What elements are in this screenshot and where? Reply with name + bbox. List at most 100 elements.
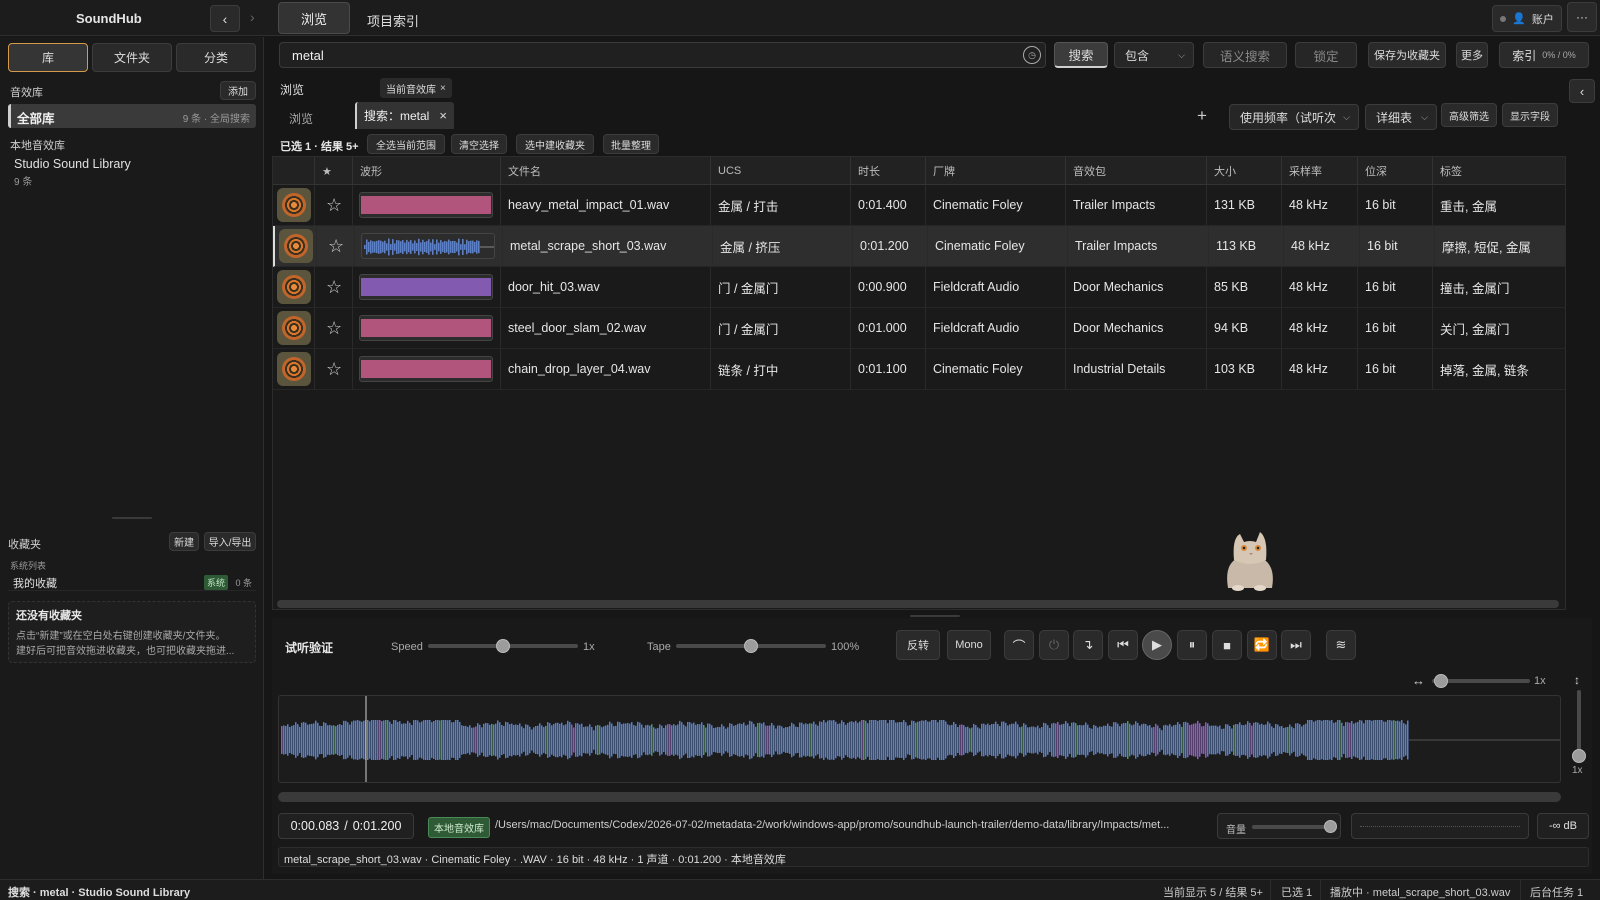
sound-thumbnail[interactable]	[277, 188, 311, 222]
header-tags[interactable]: 标签	[1433, 157, 1565, 185]
main-waveform[interactable]	[278, 695, 1561, 783]
cell-file: metal_scrape_short_03.wav	[503, 226, 713, 266]
waveform-mode-button[interactable]: ≋	[1326, 630, 1356, 660]
star-icon[interactable]: ☆	[326, 318, 342, 339]
advanced-filter-button[interactable]: 高级筛选	[1441, 103, 1497, 127]
more-menu-button[interactable]: ···	[1567, 2, 1597, 32]
add-library-button[interactable]: 添加	[220, 81, 256, 100]
reverse-button[interactable]: 反转	[896, 630, 940, 660]
header-size[interactable]: 大小	[1207, 157, 1282, 185]
star-icon[interactable]: ☆	[326, 277, 342, 298]
v-zoom-slider-knob[interactable]	[1572, 749, 1586, 763]
search-button[interactable]: 搜索	[1054, 42, 1108, 68]
panel-resize-handle[interactable]	[910, 615, 960, 617]
header-filename[interactable]: 文件名	[501, 157, 711, 185]
tab-browse[interactable]: 浏览	[278, 2, 350, 34]
show-fields-button[interactable]: 显示字段	[1502, 103, 1558, 127]
table-row[interactable]: ☆ steel_door_slam_02.wav 门 / 金属门 0:01.000 Fi…	[273, 308, 1565, 349]
forward-button[interactable]: ›	[250, 9, 270, 29]
header-depth[interactable]: 位深	[1358, 157, 1433, 185]
cat-mascot-icon	[1224, 532, 1276, 596]
table-row[interactable]: ☆ heavy_metal_impact_01.wav 金属 / 打击 0:01.40…	[273, 185, 1565, 226]
volume-track[interactable]	[1252, 825, 1332, 829]
insert-button[interactable]: ↴	[1073, 630, 1103, 660]
header-vendor[interactable]: 厂牌	[926, 157, 1066, 185]
sound-thumbnail[interactable]	[277, 270, 311, 304]
cell-ucs: 门 / 金属门	[711, 267, 851, 307]
tab-project-index[interactable]: 项目索引	[367, 11, 419, 30]
waveform-cell[interactable]	[353, 308, 501, 348]
clear-selection-button[interactable]: 清空选择	[451, 134, 507, 154]
local-library-item[interactable]: Studio Sound Library 9 条	[14, 157, 254, 188]
search-input[interactable]: metal ◷	[279, 42, 1046, 68]
sound-thumbnail[interactable]	[277, 352, 311, 386]
all-library-item[interactable]: 全部库 9 条 · 全局搜索	[8, 104, 256, 128]
scope-chip[interactable]: 当前音效库 ×	[380, 78, 452, 98]
star-icon[interactable]: ☆	[326, 359, 342, 380]
waveform-cell[interactable]	[355, 226, 503, 266]
close-icon[interactable]: ×	[440, 83, 446, 94]
mono-button[interactable]: Mono	[947, 630, 991, 660]
loop-button[interactable]: 🔁	[1247, 630, 1277, 660]
cell-pack: Door Mechanics	[1066, 308, 1207, 348]
back-button[interactable]: ‹	[210, 5, 240, 32]
header-star[interactable]: ★	[315, 157, 353, 185]
sidebar-resize-handle[interactable]	[112, 517, 152, 519]
sort-select[interactable]: 使用频率（试听次 ⌵	[1229, 104, 1359, 130]
waveform-cell[interactable]	[353, 185, 501, 225]
tape-slider-knob[interactable]	[744, 639, 758, 653]
table-hscrollbar[interactable]	[277, 600, 1559, 608]
h-zoom-slider-knob[interactable]	[1434, 674, 1448, 688]
add-tab-button[interactable]: +	[1197, 106, 1207, 126]
header-duration[interactable]: 时长	[851, 157, 926, 185]
header-waveform[interactable]: 波形	[353, 157, 501, 185]
match-mode-select[interactable]: 包含 ⌵	[1114, 42, 1194, 68]
select-all-button[interactable]: 全选当前范围	[367, 134, 445, 154]
envelope-button[interactable]: ⌒	[1004, 630, 1034, 660]
waveform-cell[interactable]	[353, 349, 501, 389]
collapse-right-panel-button[interactable]: ‹	[1569, 79, 1595, 103]
view-select[interactable]: 详细表 ⌵	[1365, 104, 1437, 130]
save-as-favorite-button[interactable]: 保存为收藏夹	[1368, 42, 1446, 68]
semantic-search-button[interactable]: 语义搜索	[1203, 42, 1287, 68]
sound-thumbnail[interactable]	[279, 229, 313, 263]
history-icon[interactable]: ◷	[1023, 46, 1041, 64]
speed-slider-knob[interactable]	[496, 639, 510, 653]
subtab-search-metal[interactable]: 搜索：metal ×	[355, 102, 454, 129]
my-favorites-item[interactable]: 我的收藏 系统 0 条	[8, 573, 256, 591]
header-rate[interactable]: 采样率	[1282, 157, 1358, 185]
lock-button[interactable]: 锁定	[1295, 42, 1357, 68]
header-pack[interactable]: 音效包	[1066, 157, 1207, 185]
volume-control[interactable]: 音量	[1217, 813, 1341, 839]
batch-organize-button[interactable]: 批量整理	[603, 134, 659, 154]
subtab-browse[interactable]: 浏览	[289, 110, 313, 127]
account-button[interactable]: 👤 账户	[1492, 5, 1562, 32]
next-button[interactable]: ⏭	[1281, 630, 1311, 660]
star-icon[interactable]: ☆	[326, 195, 342, 216]
new-favorite-button[interactable]: 新建	[169, 532, 199, 551]
index-status[interactable]: 索引 0% / 0%	[1499, 42, 1589, 68]
sound-thumbnail[interactable]	[277, 311, 311, 345]
volume-knob[interactable]	[1324, 820, 1337, 833]
import-export-button[interactable]: 导入/导出	[204, 532, 256, 551]
header-ucs[interactable]: UCS	[711, 157, 851, 185]
favorite-star-cell: ☆	[315, 267, 353, 307]
previous-button[interactable]: ⏮	[1108, 630, 1138, 660]
star-icon[interactable]: ☆	[328, 236, 344, 257]
table-row[interactable]: ☆ chain_drop_layer_04.wav 链条 / 打中 0:01.100 C…	[273, 349, 1565, 390]
close-icon[interactable]: ×	[439, 108, 447, 123]
sidebar-tab-library[interactable]: 库	[8, 43, 88, 72]
play-button[interactable]: ▶	[1142, 630, 1172, 660]
create-fav-from-selection-button[interactable]: 选中建收藏夹	[516, 134, 594, 154]
pause-button[interactable]: ⏸	[1177, 630, 1207, 660]
more-button[interactable]: 更多	[1456, 42, 1488, 68]
waveform-scrollbar[interactable]	[278, 792, 1561, 802]
table-row[interactable]: ☆ metal_scrape_short_03.wav 金属 / 挤压 0:01.20…	[273, 226, 1565, 267]
table-row[interactable]: ☆ door_hit_03.wav 门 / 金属门 0:00.900 Fieldcraf…	[273, 267, 1565, 308]
curve-icon: ⌒	[1012, 638, 1026, 654]
sidebar-tab-categories[interactable]: 分类	[176, 43, 256, 72]
stop-button[interactable]: ■	[1212, 630, 1242, 660]
waveform-cell[interactable]	[353, 267, 501, 307]
power-button[interactable]: ⏻	[1039, 630, 1069, 660]
sidebar-tab-folders[interactable]: 文件夹	[92, 43, 172, 72]
